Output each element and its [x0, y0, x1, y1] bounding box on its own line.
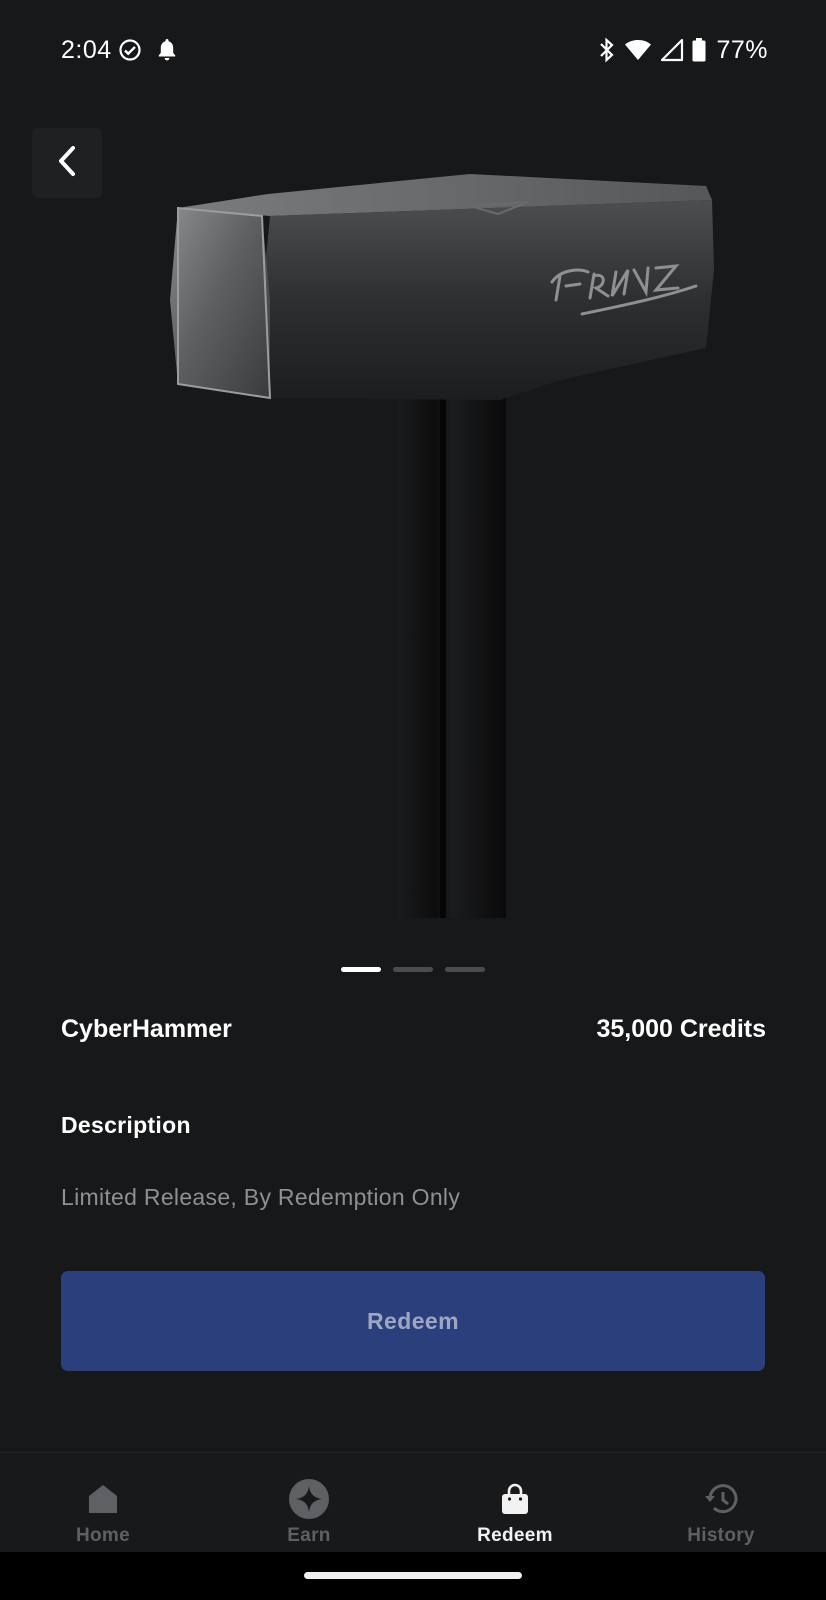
- redeem-button[interactable]: Redeem: [61, 1271, 765, 1371]
- star-badge-icon: [289, 1479, 329, 1519]
- nav-item-earn[interactable]: Earn: [206, 1453, 412, 1553]
- gesture-handle[interactable]: [304, 1572, 522, 1579]
- carousel-dot[interactable]: [445, 967, 485, 972]
- gesture-area: [0, 1552, 826, 1600]
- wifi-icon: [624, 39, 652, 61]
- carousel-dot[interactable]: [393, 967, 433, 972]
- battery-icon: [692, 38, 706, 62]
- nav-label-history: History: [687, 1525, 755, 1546]
- nav-label-earn: Earn: [287, 1525, 331, 1546]
- check-circle-icon: [118, 38, 142, 62]
- nav-item-redeem[interactable]: Redeem: [412, 1453, 618, 1553]
- cell-signal-icon: [660, 38, 684, 62]
- nav-item-history[interactable]: History: [618, 1453, 824, 1553]
- bottom-nav: Home Earn Redeem History: [0, 1452, 826, 1552]
- description-text: Limited Release, By Redemption Only: [61, 1184, 461, 1210]
- carousel-dot[interactable]: [341, 967, 381, 972]
- product-image: [170, 174, 714, 918]
- nav-label-redeem: Redeem: [477, 1525, 553, 1546]
- nav-label-home: Home: [76, 1525, 130, 1546]
- history-icon: [701, 1479, 741, 1519]
- status-right-group: 77%: [598, 36, 768, 64]
- chevron-left-icon: [55, 145, 79, 182]
- home-icon: [83, 1479, 123, 1519]
- back-button[interactable]: [32, 128, 102, 198]
- description-heading: Description: [61, 1112, 191, 1138]
- bluetooth-icon: [598, 37, 616, 63]
- shopping-bag-icon: [495, 1479, 535, 1519]
- status-time: 2:04: [61, 36, 112, 64]
- product-detail-screen: 2:04 77% CyberHammer 35,000 Credits Desc…: [0, 0, 826, 1600]
- status-bar: 2:04 77%: [0, 0, 826, 100]
- battery-percent: 77%: [716, 35, 768, 64]
- carousel-indicators: [341, 967, 485, 972]
- bell-icon: [155, 37, 179, 63]
- product-price: 35,000 Credits: [596, 1015, 766, 1043]
- nav-item-home[interactable]: Home: [0, 1453, 206, 1553]
- product-name: CyberHammer: [61, 1015, 232, 1043]
- product-image-carousel[interactable]: [0, 100, 826, 940]
